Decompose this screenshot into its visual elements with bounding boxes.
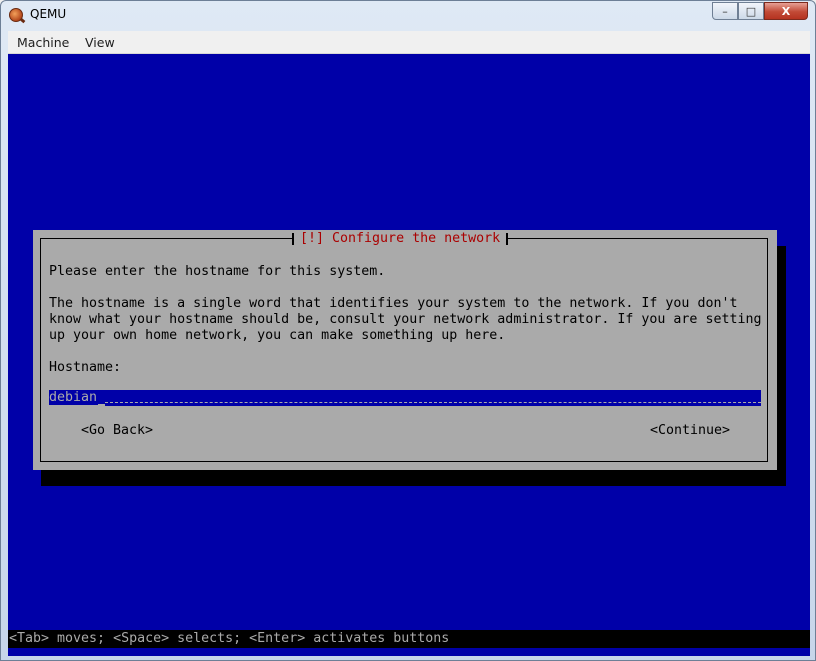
qemu-icon[interactable]	[9, 8, 23, 22]
help-bar: <Tab> moves; <Space> selects; <Enter> ac…	[8, 630, 810, 648]
close-icon: X	[781, 4, 791, 18]
maximize-icon: □	[745, 4, 757, 18]
menu-bar: Machine View	[8, 31, 810, 54]
hostname-input[interactable]: debian	[49, 390, 761, 406]
description-line: up your own home network, you can make s…	[49, 328, 506, 343]
configure-network-dialog: [!] Configure the network Please enter t…	[33, 230, 777, 470]
prompt-text: Please enter the hostname for this syste…	[49, 264, 386, 279]
input-fill	[105, 402, 761, 403]
dialog-title: [!] Configure the network	[291, 230, 509, 248]
hostname-value: debian	[49, 390, 100, 406]
title-bar[interactable]: QEMU – □ X	[1, 1, 815, 29]
window-title: QEMU	[30, 7, 67, 21]
maximize-button[interactable]: □	[738, 2, 764, 20]
vm-screen[interactable]: [!] Configure the network Please enter t…	[8, 54, 810, 656]
qemu-window: QEMU – □ X Machine View [!] Configure th…	[0, 0, 816, 661]
close-button[interactable]: X	[764, 2, 808, 20]
go-back-button[interactable]: <Go Back>	[81, 423, 153, 439]
description-line: The hostname is a single word that ident…	[49, 296, 738, 311]
screen-bottom	[8, 648, 810, 656]
menu-machine[interactable]: Machine	[17, 35, 69, 50]
window-controls: – □ X	[712, 2, 808, 20]
hostname-label: Hostname:	[49, 360, 122, 375]
minimize-icon: –	[722, 4, 728, 18]
menu-view[interactable]: View	[85, 35, 115, 50]
continue-button[interactable]: <Continue>	[650, 423, 730, 439]
minimize-button[interactable]: –	[712, 2, 738, 20]
text-cursor	[98, 404, 105, 406]
description-line: know what your hostname should be, consu…	[49, 312, 762, 327]
